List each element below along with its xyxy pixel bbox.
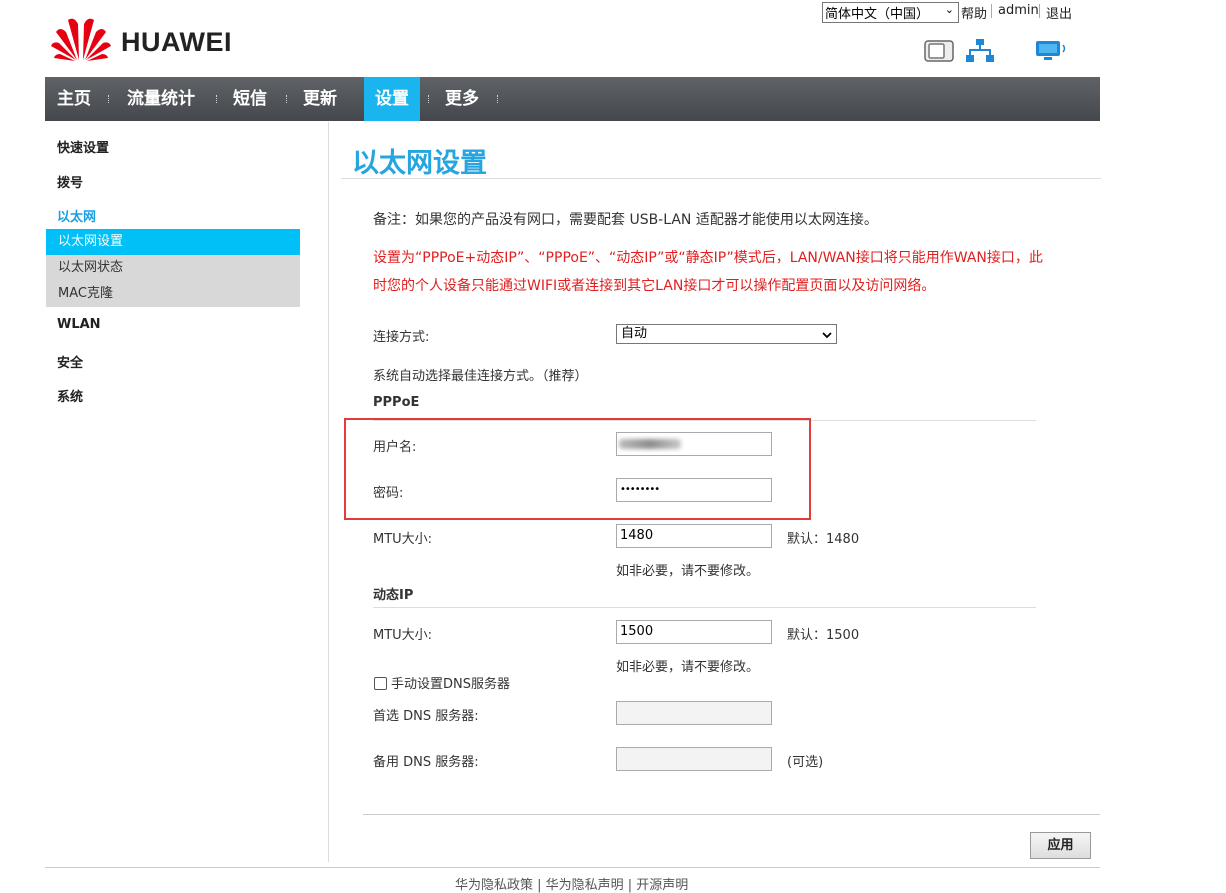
warning-text-line-2: 时您的个人设备只能通过WIFI或者连接到其它LAN接口才可以操作配置页面以及访问… bbox=[373, 278, 936, 294]
pppoe-mtu-label: MTU大小: bbox=[373, 532, 433, 547]
nav-divider bbox=[108, 95, 111, 103]
help-link[interactable]: 帮助 bbox=[961, 3, 987, 22]
language-select[interactable]: 简体中文（中国） ⌄ bbox=[822, 2, 959, 23]
nav-settings[interactable]: 设置 bbox=[364, 77, 420, 121]
connected-device-icon bbox=[1035, 40, 1069, 66]
main-nav: 主页 流量统计 短信 更新 设置 更多 bbox=[45, 77, 1100, 121]
pppoe-mtu-default: 默认：1480 bbox=[787, 532, 860, 547]
connection-mode-value: 自动 bbox=[621, 326, 648, 341]
primary-dns-label: 首选 DNS 服务器: bbox=[373, 709, 479, 724]
sidebar-item-label: 以太网设置 bbox=[58, 234, 124, 249]
dynamic-ip-section-title: 动态IP bbox=[373, 588, 414, 603]
dynamic-ip-mtu-value: 1500 bbox=[620, 624, 654, 639]
pppoe-mtu-value: 1480 bbox=[620, 528, 654, 543]
apply-button[interactable]: 应用 bbox=[1030, 832, 1091, 859]
nav-divider bbox=[497, 95, 500, 103]
secondary-dns-field[interactable] bbox=[616, 747, 772, 771]
connection-mode-select[interactable]: 自动 bbox=[616, 324, 837, 344]
optional-hint: (可选) bbox=[787, 755, 824, 770]
sidebar-item-mac-clone[interactable]: MAC克隆 bbox=[46, 281, 300, 307]
sidebar-divider bbox=[328, 122, 329, 862]
chevron-down-icon bbox=[822, 328, 832, 346]
divider bbox=[373, 607, 1036, 608]
divider bbox=[45, 867, 1100, 868]
sidebar-item-security[interactable]: 安全 bbox=[57, 352, 83, 371]
sidebar-item-label: 以太网状态 bbox=[58, 260, 124, 275]
sidebar-item-ethernet-settings[interactable]: 以太网设置 bbox=[46, 229, 300, 255]
huawei-logo-icon bbox=[50, 14, 112, 66]
language-value: 简体中文（中国） bbox=[825, 7, 930, 22]
divider bbox=[1039, 4, 1040, 18]
dynamic-ip-mtu-default: 默认：1500 bbox=[787, 628, 860, 643]
user-link[interactable]: admin bbox=[998, 3, 1039, 18]
primary-dns-field[interactable] bbox=[616, 701, 772, 725]
divider bbox=[363, 814, 1100, 815]
dynamic-ip-mtu-field[interactable]: 1500 bbox=[616, 620, 772, 644]
page-title: 以太网设置 bbox=[352, 148, 487, 179]
ethernet-network-icon bbox=[966, 38, 994, 68]
sim-card-icon bbox=[924, 40, 954, 66]
chevron-down-icon: ⌄ bbox=[944, 3, 954, 16]
sidebar-item-system[interactable]: 系统 bbox=[57, 386, 83, 405]
nav-divider bbox=[286, 95, 289, 103]
nav-divider bbox=[428, 95, 431, 103]
nav-divider bbox=[216, 95, 219, 103]
secondary-dns-label: 备用 DNS 服务器: bbox=[373, 755, 479, 770]
nav-home[interactable]: 主页 bbox=[46, 77, 102, 121]
manual-dns-label[interactable]: 手动设置DNS服务器 bbox=[391, 673, 510, 692]
manual-dns-checkbox[interactable] bbox=[374, 677, 387, 690]
pppoe-section-title: PPPoE bbox=[373, 395, 420, 410]
sidebar-item-label: MAC克隆 bbox=[58, 286, 113, 301]
sidebar-item-ethernet[interactable]: 以太网 bbox=[57, 206, 96, 225]
nav-more[interactable]: 更多 bbox=[434, 77, 490, 121]
pppoe-mtu-hint: 如非必要，请不要修改。 bbox=[616, 564, 760, 579]
divider bbox=[991, 4, 992, 18]
usb-lan-note: 备注：如果您的产品没有网口，需要配套 USB-LAN 适配器才能使用以太网连接。 bbox=[373, 212, 878, 228]
dynamic-ip-mtu-label: MTU大小: bbox=[373, 628, 433, 643]
sidebar-item-ethernet-status[interactable]: 以太网状态 bbox=[46, 255, 300, 281]
sidebar-item-quick-setup[interactable]: 快速设置 bbox=[57, 137, 109, 156]
nav-sms[interactable]: 短信 bbox=[222, 77, 278, 121]
logout-link[interactable]: 退出 bbox=[1046, 3, 1072, 22]
sidebar-item-wlan[interactable]: WLAN bbox=[57, 317, 101, 332]
sidebar-item-dialup[interactable]: 拨号 bbox=[57, 172, 83, 191]
connection-mode-label: 连接方式: bbox=[373, 330, 430, 345]
nav-traffic[interactable]: 流量统计 bbox=[116, 77, 206, 121]
dynamic-ip-mtu-hint: 如非必要，请不要修改。 bbox=[616, 660, 760, 675]
pppoe-mtu-field[interactable]: 1480 bbox=[616, 524, 772, 548]
highlight-box bbox=[344, 418, 811, 520]
connection-mode-description: 系统自动选择最佳连接方式。（推荐） bbox=[373, 369, 588, 384]
nav-update[interactable]: 更新 bbox=[292, 77, 348, 121]
brand-name: HUAWEI bbox=[121, 27, 232, 57]
divider bbox=[341, 178, 1101, 179]
warning-text-line-1: 设置为“PPPoE+动态IP”、“PPPoE”、“动态IP”或“静态IP”模式后… bbox=[373, 250, 1043, 266]
